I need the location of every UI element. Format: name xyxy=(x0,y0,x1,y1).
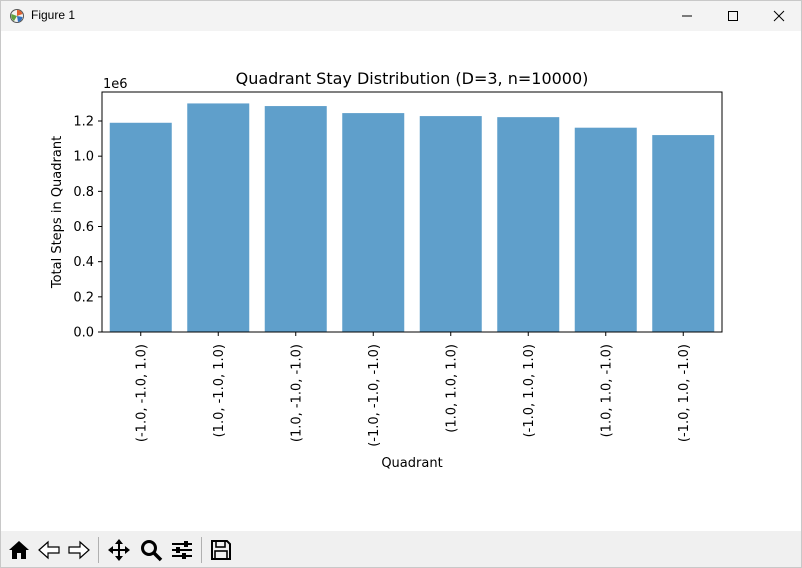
forward-arrow-icon xyxy=(68,540,90,560)
toolbar-separator xyxy=(201,537,202,563)
zoom-magnifier-icon xyxy=(141,540,163,562)
matplotlib-figure-icon xyxy=(10,9,24,23)
figure-window: Figure 1 Quadrant Stay Distribution (D=3… xyxy=(0,0,802,568)
x-axis-label: Quadrant xyxy=(381,456,442,471)
bar xyxy=(497,117,560,333)
y-axis-ticks: 0.0 0.2 0.4 0.6 0.8 1.0 1.2 xyxy=(73,115,102,341)
y-tick-label: 0.0 xyxy=(73,326,94,341)
x-tick-label: (1.0, -1.0, 1.0) xyxy=(212,344,227,437)
navigation-toolbar xyxy=(1,531,801,567)
minimize-icon xyxy=(682,15,692,17)
configure-subplots-icon xyxy=(172,541,192,559)
bar xyxy=(109,122,172,333)
x-tick-label: (-1.0, -1.0, 1.0) xyxy=(134,344,149,442)
configure-subplots-button[interactable] xyxy=(168,536,196,564)
home-icon xyxy=(9,541,29,559)
close-button[interactable] xyxy=(756,1,801,31)
bar xyxy=(342,113,405,332)
y-tick-label: 0.8 xyxy=(73,185,94,200)
minimize-button[interactable] xyxy=(664,1,710,31)
forward-button[interactable] xyxy=(65,536,93,564)
y-offset-text: 1e6 xyxy=(103,77,128,92)
x-tick-label: (1.0, -1.0, -1.0) xyxy=(289,344,304,442)
plot-canvas[interactable]: Quadrant Stay Distribution (D=3, n=10000… xyxy=(1,31,801,531)
y-tick-label: 0.6 xyxy=(73,220,94,235)
home-button[interactable] xyxy=(5,536,33,564)
back-button[interactable] xyxy=(35,536,63,564)
maximize-icon xyxy=(728,11,738,21)
x-tick-label: (1.0, 1.0, -1.0) xyxy=(599,344,614,437)
x-tick-label: (1.0, 1.0, 1.0) xyxy=(444,344,459,433)
bars-group xyxy=(109,103,715,333)
back-arrow-icon xyxy=(38,540,60,560)
y-tick-label: 0.2 xyxy=(73,290,94,305)
title-bar[interactable]: Figure 1 xyxy=(1,1,801,31)
y-tick-label: 1.0 xyxy=(73,150,94,165)
bar xyxy=(652,135,715,332)
save-disk-icon xyxy=(211,540,231,560)
y-axis-label: Total Steps in Quadrant xyxy=(50,136,65,289)
bar xyxy=(574,127,637,332)
close-icon xyxy=(773,10,785,22)
window-title: Figure 1 xyxy=(31,8,76,22)
bar-chart: Quadrant Stay Distribution (D=3, n=10000… xyxy=(50,69,723,471)
zoom-button[interactable] xyxy=(137,536,165,564)
maximize-button[interactable] xyxy=(710,1,756,31)
y-tick-label: 0.4 xyxy=(73,255,94,270)
pan-move-icon xyxy=(108,539,130,561)
x-tick-label: (-1.0, 1.0, 1.0) xyxy=(522,344,537,437)
pan-button[interactable] xyxy=(105,536,133,564)
bar xyxy=(419,116,482,332)
x-tick-label: (-1.0, 1.0, -1.0) xyxy=(677,344,692,442)
x-axis-ticks: (-1.0, -1.0, 1.0) (1.0, -1.0, 1.0) (1.0, -… xyxy=(134,332,692,447)
bar xyxy=(187,103,250,332)
x-tick-label: (-1.0, -1.0, -1.0) xyxy=(367,344,382,447)
y-tick-label: 1.2 xyxy=(73,115,94,130)
toolbar-separator xyxy=(98,537,99,563)
bar xyxy=(264,106,327,332)
save-button[interactable] xyxy=(207,536,235,564)
chart-title: Quadrant Stay Distribution (D=3, n=10000… xyxy=(236,69,589,88)
